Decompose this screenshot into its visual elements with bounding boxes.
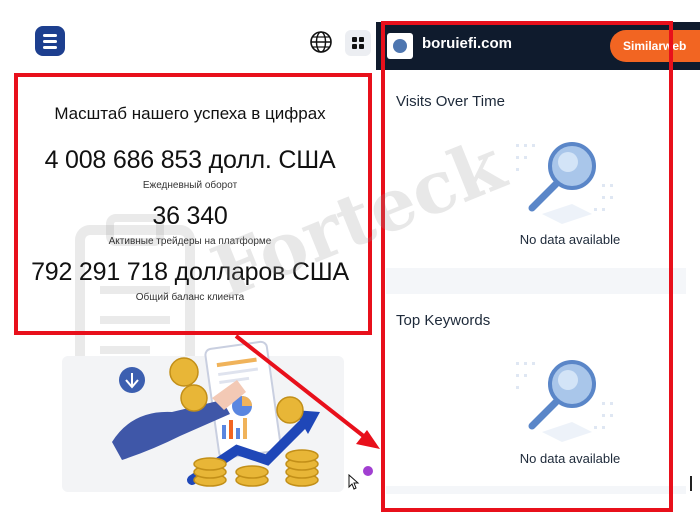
globe-icon[interactable] bbox=[309, 30, 333, 54]
cursor-icon bbox=[348, 474, 360, 490]
scrollbar[interactable] bbox=[690, 476, 692, 491]
stat-daily-turnover-value: 4 008 686 853 долл. США bbox=[44, 146, 336, 174]
panel-highlight-box bbox=[381, 21, 673, 512]
app-logo-icon[interactable] bbox=[35, 26, 65, 56]
stat-client-balance-label: Общий баланс клиента bbox=[135, 292, 245, 303]
grid-menu-icon[interactable] bbox=[345, 30, 371, 56]
finance-illustration-image bbox=[112, 340, 320, 487]
floating-widget-dot[interactable] bbox=[363, 466, 373, 476]
stats-heading: Масштаб нашего успеха в цифрах bbox=[54, 104, 326, 123]
